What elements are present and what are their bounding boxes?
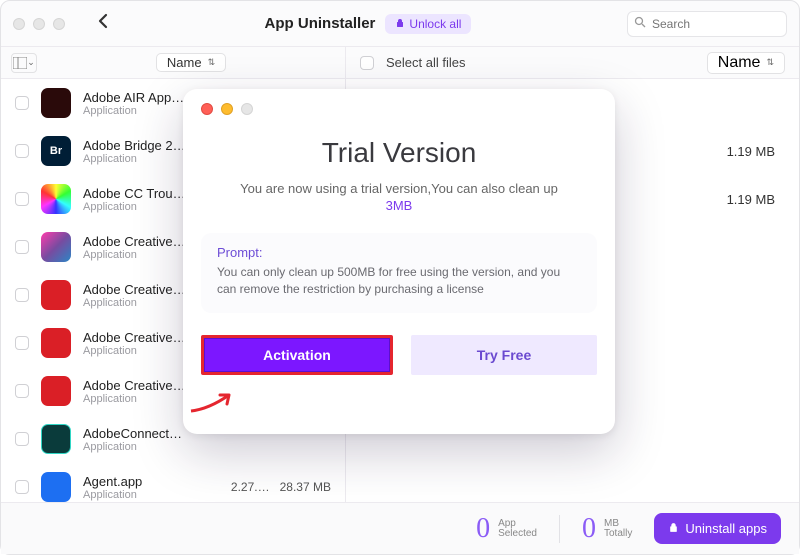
total-unit: MB: [604, 519, 632, 529]
app-checkbox[interactable]: [15, 192, 29, 206]
view-mode-toggle[interactable]: ⌄: [11, 53, 37, 73]
total-stat: 0 MB Totally: [582, 513, 632, 545]
try-free-button[interactable]: Try Free: [411, 335, 597, 375]
app-version: 2.27.…: [231, 480, 270, 494]
app-size: 28.37 MB: [280, 480, 331, 494]
zoom-window-icon[interactable]: [53, 18, 65, 30]
unlock-all-label: Unlock all: [409, 17, 461, 31]
minimize-window-icon[interactable]: [33, 18, 45, 30]
total-count: 0: [582, 513, 596, 545]
activation-label: Activation: [263, 347, 331, 363]
back-button[interactable]: [97, 13, 109, 34]
file-size: 1.19 MB: [705, 192, 775, 207]
selected-label: Selected: [498, 529, 537, 539]
app-checkbox[interactable]: [15, 96, 29, 110]
window-controls: [13, 18, 65, 30]
left-sort-button[interactable]: Name ⇅: [156, 53, 226, 72]
app-icon: [41, 88, 71, 118]
selected-count: 0: [476, 513, 490, 545]
main-window: App Uninstaller Unlock all ⌄ Nam: [0, 0, 800, 555]
footer-bar: 0 App Selected 0 MB Totally Uninstall ap…: [1, 502, 799, 554]
app-checkbox[interactable]: [15, 432, 29, 446]
app-icon: [41, 376, 71, 406]
columns-header: ⌄ Name ⇅ Select all files Name ⇅: [1, 47, 799, 79]
select-all-checkbox[interactable]: [360, 56, 374, 70]
modal-window-controls: [201, 103, 597, 115]
uninstall-button[interactable]: Uninstall apps: [654, 513, 781, 544]
prompt-body: You can only clean up 500MB for free usi…: [217, 264, 581, 299]
page-title: App Uninstaller: [265, 15, 376, 32]
app-checkbox[interactable]: [15, 480, 29, 494]
app-icon: [41, 280, 71, 310]
search-input[interactable]: [627, 11, 787, 37]
left-sort-label: Name: [167, 55, 202, 70]
close-window-icon[interactable]: [13, 18, 25, 30]
modal-desc-accent: 3MB: [201, 198, 597, 213]
divider: [559, 515, 560, 543]
app-icon: Br: [41, 136, 71, 166]
trial-modal: Trial Version You are now using a trial …: [183, 89, 615, 434]
app-icon: [41, 232, 71, 262]
modal-description: You are now using a trial version,You ca…: [201, 181, 597, 213]
app-checkbox[interactable]: [15, 336, 29, 350]
prompt-heading: Prompt:: [217, 245, 581, 260]
app-subtitle: Application: [83, 441, 331, 453]
chevron-down-icon: ⌄: [27, 57, 35, 68]
app-checkbox[interactable]: [15, 240, 29, 254]
sort-caret-icon: ⇅: [208, 57, 216, 68]
app-icon: [41, 328, 71, 358]
modal-zoom-icon: [241, 103, 253, 115]
app-icon: [41, 424, 71, 454]
app-checkbox[interactable]: [15, 384, 29, 398]
selected-unit: App: [498, 519, 537, 529]
app-icon: [41, 184, 71, 214]
modal-minimize-icon[interactable]: [221, 103, 233, 115]
uninstall-label: Uninstall apps: [685, 521, 767, 536]
lock-icon: [395, 17, 405, 31]
sort-caret-icon: ⇅: [766, 57, 774, 68]
right-sort-label: Name: [718, 54, 761, 72]
app-checkbox[interactable]: [15, 144, 29, 158]
file-size: 1.19 MB: [705, 144, 775, 159]
titlebar: App Uninstaller Unlock all: [1, 1, 799, 47]
right-sort-button[interactable]: Name ⇅: [707, 52, 785, 74]
selected-stat: 0 App Selected: [476, 513, 537, 545]
modal-close-icon[interactable]: [201, 103, 213, 115]
unlock-all-button[interactable]: Unlock all: [385, 14, 471, 34]
app-name: Agent.app: [83, 474, 219, 489]
app-checkbox[interactable]: [15, 288, 29, 302]
modal-prompt-box: Prompt: You can only clean up 500MB for …: [201, 233, 597, 313]
select-all-label: Select all files: [386, 55, 695, 70]
modal-desc-line: You are now using a trial version,You ca…: [240, 181, 558, 196]
total-label: Totally: [604, 529, 632, 539]
activation-button[interactable]: Activation: [201, 335, 393, 375]
list-item[interactable]: Agent.appApplication 2.27.… 28.37 MB: [1, 463, 345, 502]
app-icon: [41, 472, 71, 502]
try-free-label: Try Free: [477, 347, 531, 363]
modal-title: Trial Version: [201, 137, 597, 169]
search-icon: [634, 16, 646, 31]
lock-icon: [668, 521, 679, 536]
app-subtitle: Application: [83, 489, 219, 501]
